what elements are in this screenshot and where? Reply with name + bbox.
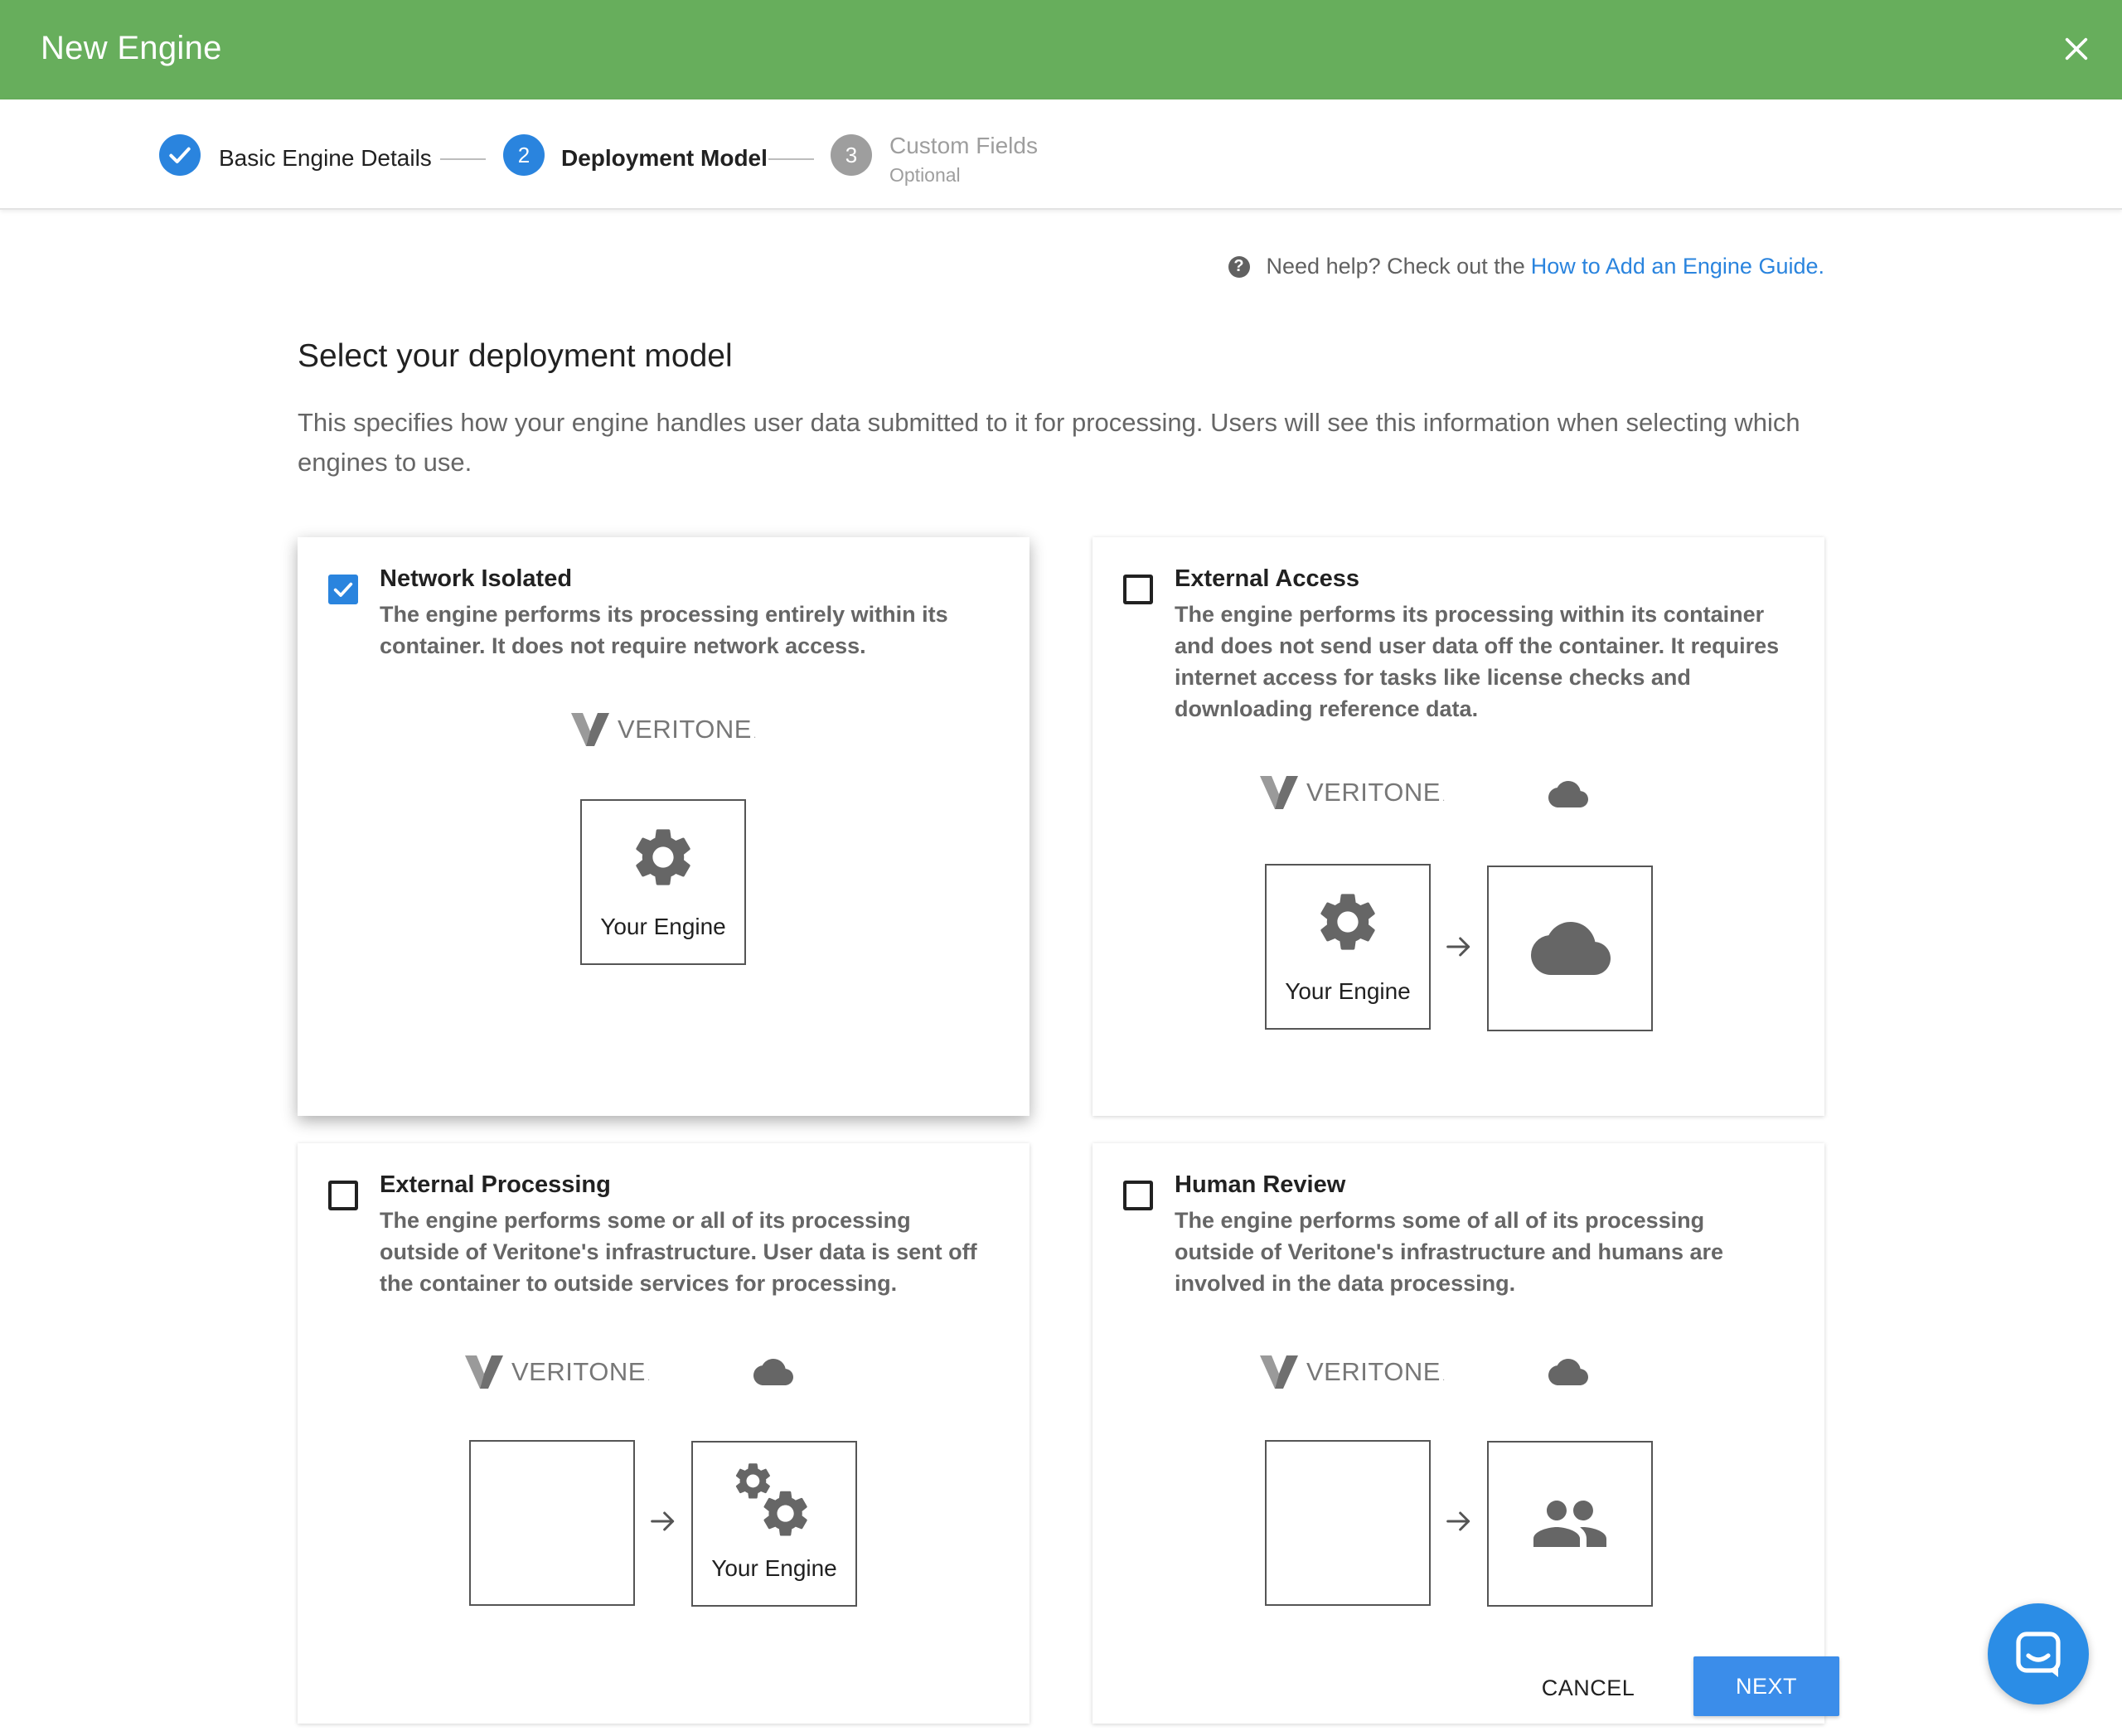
section-title: Select your deployment model — [298, 338, 733, 374]
cloud-icon — [1548, 781, 1588, 807]
card-description: The engine performs its processing withi… — [1175, 602, 1780, 721]
gear-icon — [636, 829, 690, 885]
veritone-logo: VERITONE . — [1260, 1355, 1445, 1389]
your-engine-box: Your Engine — [691, 1441, 857, 1607]
deployment-card-external-processing[interactable]: External Processing The engine performs … — [298, 1143, 1030, 1724]
chat-launcher-button[interactable] — [1988, 1603, 2089, 1704]
veritone-logo: VERITONE . — [465, 1355, 650, 1389]
cloud-icon — [1548, 1359, 1588, 1385]
dialog-header: New Engine — [0, 0, 2122, 99]
veritone-logo-text: VERITONE — [1306, 778, 1441, 807]
your-engine-label: Your Engine — [1285, 978, 1411, 1004]
veritone-logo-text: VERITONE — [511, 1357, 646, 1386]
veritone-logo-mark — [571, 713, 609, 746]
veritone-platform-box — [1265, 1440, 1431, 1606]
veritone-logo-mark — [1260, 1355, 1298, 1389]
step-connector — [768, 158, 814, 160]
help-line: ? Need help? Check out the How to Add an… — [1228, 254, 1824, 279]
your-engine-box: Your Engine — [580, 799, 746, 965]
veritone-logo: VERITONE . — [1260, 776, 1445, 809]
arrow-right-icon — [651, 1511, 675, 1531]
your-engine-label: Your Engine — [600, 914, 726, 939]
chat-icon — [2016, 1632, 2061, 1677]
card-description: The engine performs some of all of its p… — [1175, 1208, 1724, 1296]
close-icon — [2065, 37, 2088, 61]
human-review-checkbox[interactable] — [1123, 1181, 1153, 1210]
close-button[interactable] — [2051, 23, 2102, 75]
arrow-right-icon — [1446, 1511, 1470, 1531]
human-review-box — [1487, 1441, 1653, 1607]
section-description: This specifies how your engine handles u… — [298, 408, 1800, 477]
logo-dot: . — [1441, 792, 1446, 803]
step-2-active[interactable]: 2 — [503, 134, 545, 176]
check-icon — [169, 147, 191, 163]
engine-guide-link[interactable]: How to Add an Engine Guide. — [1531, 254, 1824, 279]
check-icon — [333, 582, 353, 597]
your-engine-box: Your Engine — [1265, 864, 1431, 1030]
arrow-right-icon — [1446, 937, 1470, 957]
stepper: Basic Engine Details 2 Deployment Model … — [0, 99, 2122, 210]
card-description: The engine performs its processing entir… — [380, 602, 948, 658]
logo-dot: . — [753, 729, 757, 740]
veritone-logo-mark — [465, 1355, 503, 1389]
step-3-inactive[interactable]: 3 — [831, 134, 872, 176]
veritone-logo-text: VERITONE — [1306, 1357, 1441, 1386]
next-button[interactable]: NEXT — [1693, 1656, 1839, 1716]
help-icon: ? — [1228, 255, 1250, 278]
step-2-number: 2 — [517, 142, 530, 167]
gears-icon — [735, 1463, 807, 1536]
gear-icon — [1320, 894, 1375, 950]
people-icon — [1533, 1501, 1606, 1547]
dialog-title: New Engine — [41, 30, 222, 66]
help-text: Need help? Check out the — [1266, 254, 1525, 279]
veritone-logo-text: VERITONE — [618, 715, 752, 744]
step-1-label: Basic Engine Details — [219, 145, 432, 171]
card-title: Network Isolated — [380, 565, 573, 592]
step-3-label: Custom Fields — [889, 133, 1038, 158]
deployment-card-network-isolated[interactable]: Network Isolated The engine performs its… — [298, 537, 1030, 1116]
cloud-icon — [1531, 922, 1611, 975]
card-title: External Access — [1175, 565, 1360, 592]
deployment-card-external-access[interactable]: External Access The engine performs its … — [1092, 537, 1824, 1116]
cancel-button[interactable]: CANCEL — [1514, 1658, 1663, 1718]
card-title: External Processing — [380, 1171, 611, 1198]
card-description: The engine performs some or all of its p… — [380, 1208, 977, 1296]
deployment-card-human-review[interactable]: Human Review The engine performs some of… — [1092, 1143, 1824, 1724]
external-processing-checkbox[interactable] — [328, 1181, 358, 1210]
step-3-sublabel: Optional — [889, 164, 961, 186]
step-2-label: Deployment Model — [561, 145, 768, 171]
step-3-number: 3 — [845, 142, 858, 167]
veritone-platform-box — [469, 1440, 635, 1606]
network-isolated-checkbox[interactable] — [328, 575, 358, 604]
veritone-logo-mark — [1260, 776, 1298, 809]
veritone-logo: VERITONE . — [571, 713, 756, 746]
step-1-complete[interactable] — [159, 134, 201, 176]
logo-dot: . — [1441, 1371, 1446, 1383]
card-title: Human Review — [1175, 1171, 1346, 1198]
step-connector — [440, 158, 486, 160]
cloud-service-box — [1487, 866, 1653, 1031]
external-access-checkbox[interactable] — [1123, 575, 1153, 604]
your-engine-label: Your Engine — [711, 1555, 837, 1581]
cloud-icon — [753, 1359, 793, 1385]
logo-dot: . — [647, 1371, 651, 1383]
